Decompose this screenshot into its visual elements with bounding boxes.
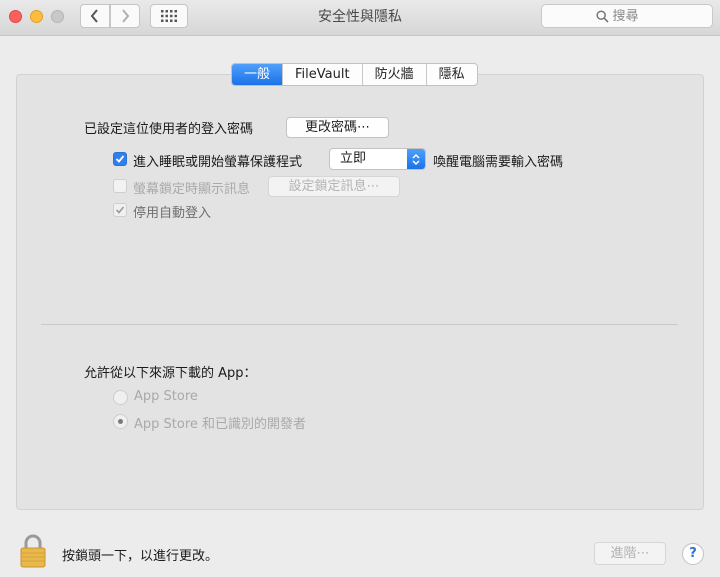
tab-general[interactable]: 一般 — [232, 64, 284, 85]
tab-filevault[interactable]: FileVault — [283, 64, 363, 85]
tab-bar: 一般 FileVault 防火牆 隱私 — [231, 63, 478, 86]
content-panel — [16, 74, 704, 510]
chevron-left-icon — [90, 9, 98, 23]
chevron-right-icon — [122, 9, 130, 23]
updown-chevron-icon — [407, 149, 425, 169]
search-field[interactable] — [541, 4, 713, 28]
forward-button[interactable] — [110, 4, 140, 28]
lock-instruction-text: 按鎖頭一下，以進行更改。 — [62, 549, 219, 564]
require-password-checkbox[interactable] — [113, 152, 127, 166]
lock-button[interactable] — [19, 533, 47, 573]
password-delay-value: 立即 — [340, 151, 367, 166]
lock-icon — [20, 534, 46, 568]
help-button[interactable]: ? — [682, 543, 704, 565]
radio-app-store-label: App Store — [134, 389, 198, 404]
tab-firewall[interactable]: 防火牆 — [363, 64, 427, 85]
disable-auto-login-checkbox[interactable] — [113, 203, 127, 217]
tab-privacy[interactable]: 隱私 — [427, 64, 477, 85]
radio-app-store-identified-label: App Store 和已識別的開發者 — [134, 417, 307, 432]
require-password-suffix: 喚醒電腦需要輸入密碼 — [433, 155, 564, 170]
zoom-window-button[interactable] — [51, 10, 64, 23]
radio-app-store[interactable] — [113, 390, 128, 405]
radio-selected-dot — [118, 419, 123, 424]
set-lock-message-button[interactable]: 設定鎖定訊息⋯ — [268, 176, 400, 197]
disable-auto-login-label: 停用自動登入 — [133, 206, 212, 221]
advanced-button[interactable]: 進階⋯ — [594, 542, 666, 565]
section-divider — [41, 324, 678, 325]
change-password-button[interactable]: 更改密碼⋯ — [286, 117, 389, 138]
checkmark-icon — [115, 155, 125, 163]
grid-icon — [161, 10, 177, 22]
show-message-label: 螢幕鎖定時顯示訊息 — [133, 182, 251, 197]
allow-downloads-label: 允許從以下來源下載的 App： — [84, 366, 257, 381]
require-password-label: 進入睡眠或開始螢幕保護程式 — [133, 155, 303, 170]
back-button[interactable] — [80, 4, 110, 28]
radio-app-store-identified[interactable] — [113, 414, 128, 429]
show-message-checkbox[interactable] — [113, 179, 127, 193]
show-all-button[interactable] — [150, 4, 188, 28]
password-delay-select[interactable]: 立即 — [329, 148, 426, 170]
password-set-label: 已設定這位使用者的登入密碼 — [84, 122, 254, 137]
checkmark-icon — [115, 206, 125, 214]
close-window-button[interactable] — [9, 10, 22, 23]
minimize-window-button[interactable] — [30, 10, 43, 23]
search-icon — [595, 9, 609, 23]
title-bar: 安全性與隱私 — [0, 0, 720, 36]
search-input[interactable] — [612, 8, 659, 24]
